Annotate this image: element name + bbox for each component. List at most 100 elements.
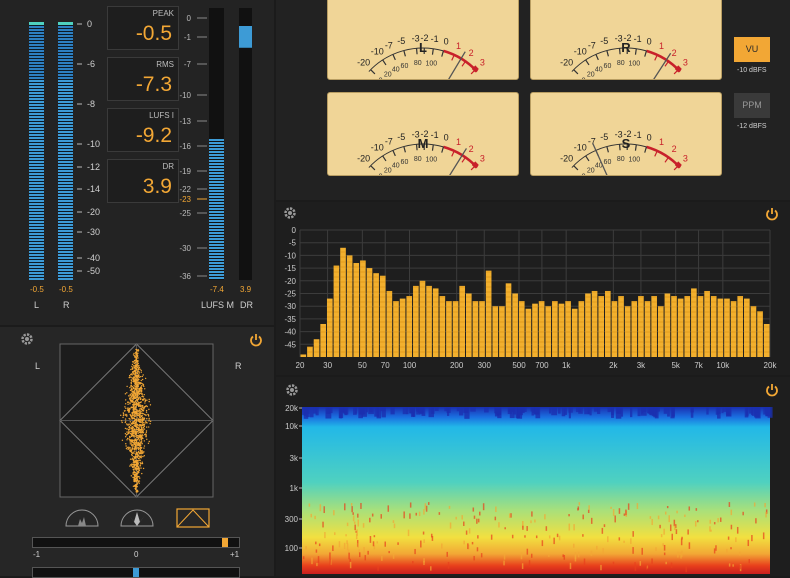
- goniometer-sample: [143, 386, 144, 387]
- spectrogram-speck: [369, 518, 371, 523]
- goniometer-sample: [135, 365, 136, 366]
- spectrogram-speck: [729, 502, 731, 507]
- vu-pct-label: 60: [604, 159, 612, 166]
- meter-segment-r: [58, 224, 73, 226]
- lufs-i-label: LUFS I: [149, 111, 174, 120]
- meter-segment-r: [58, 260, 73, 262]
- spectrum-y-label: -20: [284, 277, 296, 286]
- spectrogram-streak: [650, 407, 654, 415]
- meter-segment-l: [29, 215, 44, 217]
- meter-segment-l: [29, 239, 44, 241]
- spectrogram-speck: [315, 542, 317, 545]
- goniometer-sample: [150, 404, 151, 405]
- goniometer-sample: [146, 422, 147, 423]
- goniometer-sample: [139, 470, 140, 471]
- spectrogram-speck: [441, 544, 443, 549]
- spectrogram-speck: [353, 515, 355, 521]
- goniometer-sample: [141, 447, 142, 448]
- peak-value-l: -0.5: [30, 285, 44, 294]
- goniometer-sample: [133, 445, 134, 446]
- ppm-mode-button[interactable]: PPM: [734, 93, 770, 118]
- goniometer-sample: [125, 443, 126, 444]
- fan-view-icon[interactable]: [120, 509, 154, 532]
- spectrum-x-label: 70: [381, 361, 390, 370]
- vu-db-label: -20: [357, 58, 370, 68]
- goniometer-sample: [137, 370, 138, 371]
- spectrogram-speck: [473, 507, 475, 511]
- goniometer-sample: [136, 413, 137, 414]
- goniometer-sample: [131, 439, 132, 440]
- spectrum-bar: [665, 294, 671, 358]
- goniometer-sample: [135, 457, 136, 458]
- spectrogram-speck: [726, 549, 728, 553]
- goniometer-sample: [133, 395, 134, 396]
- spectrogram-speck: [714, 548, 716, 553]
- vu-pct-label: 0: [582, 174, 586, 175]
- goniometer-sample: [138, 443, 139, 444]
- meter-segment-l: [29, 224, 44, 226]
- spectrogram-speck: [602, 548, 604, 554]
- spectrum-bar: [539, 301, 545, 357]
- lufs-segment: [209, 235, 224, 237]
- half-circle-view-icon[interactable]: [65, 509, 99, 532]
- spectrogram-speck: [640, 561, 642, 566]
- meter-segment-r: [58, 107, 73, 109]
- lufs-segment: [209, 253, 224, 255]
- goniometer-sample: [135, 445, 136, 446]
- meter-segment-r: [58, 113, 73, 115]
- lufs-scale-label: -30: [179, 244, 191, 253]
- spectrogram-speck: [334, 532, 336, 535]
- goniometer-sample: [129, 450, 130, 451]
- diamond-view-icon[interactable]: [176, 508, 210, 533]
- spectrogram-speck: [651, 558, 653, 563]
- meter-segment-l: [29, 98, 44, 100]
- goniometer-sample: [142, 383, 143, 384]
- vu-tick: [462, 157, 465, 162]
- goniometer-sample: [142, 405, 143, 406]
- spectrogram-speck: [529, 560, 531, 567]
- meter-segment-r: [58, 125, 73, 127]
- scale-label: -30: [87, 227, 100, 237]
- goniometer-sample: [140, 450, 141, 451]
- goniometer-sample: [131, 465, 132, 466]
- goniometer-sample: [133, 365, 134, 366]
- meter-segment-l: [29, 107, 44, 109]
- spectrogram-streak: [360, 407, 365, 414]
- vu-mode-button[interactable]: VU: [734, 37, 770, 62]
- peak-label: PEAK: [153, 9, 174, 18]
- vu-pct-label: 80: [617, 156, 625, 163]
- vu-tick: [645, 147, 647, 153]
- spectrogram-speck: [419, 512, 421, 516]
- spectrogram-speck: [367, 551, 369, 555]
- spectrogram-streak: [630, 407, 632, 417]
- spectrogram-y-label: 100: [285, 544, 299, 553]
- spectrogram-speck: [403, 511, 405, 518]
- goniometer-sample: [122, 440, 123, 441]
- goniometer-sample: [137, 385, 138, 386]
- spectrogram-speck: [575, 555, 577, 562]
- meter-segment-r: [58, 71, 73, 73]
- meter-segment-l: [29, 140, 44, 142]
- spectrum-bar: [658, 306, 664, 357]
- spectrum-x-label: 700: [535, 361, 549, 370]
- goniometer-sample: [127, 424, 128, 425]
- goniometer-sample: [135, 419, 136, 420]
- goniometer-sample: [142, 395, 143, 396]
- vu-db-label: -10: [371, 143, 384, 153]
- spectrogram-speck: [324, 532, 326, 538]
- meter-segment-r: [58, 269, 73, 271]
- goniometer-sample: [136, 486, 137, 487]
- spectrum-bar: [545, 306, 551, 357]
- spectrum-bar: [645, 301, 651, 357]
- vu-tick: [393, 54, 395, 59]
- spectrum-y-label: -45: [284, 340, 296, 349]
- vu-meter-l: -20-10-7-5-3-2-10123020406080100L: [327, 0, 519, 80]
- goniometer-sample: [126, 392, 127, 393]
- goniometer-sample: [138, 415, 139, 416]
- meter-segment-l: [29, 218, 44, 220]
- meter-segment-r: [58, 95, 73, 97]
- spectrogram-speck: [380, 514, 382, 519]
- goniometer-sample: [128, 447, 129, 448]
- spectrogram-speck: [374, 535, 376, 537]
- spectrogram-speck: [667, 506, 669, 508]
